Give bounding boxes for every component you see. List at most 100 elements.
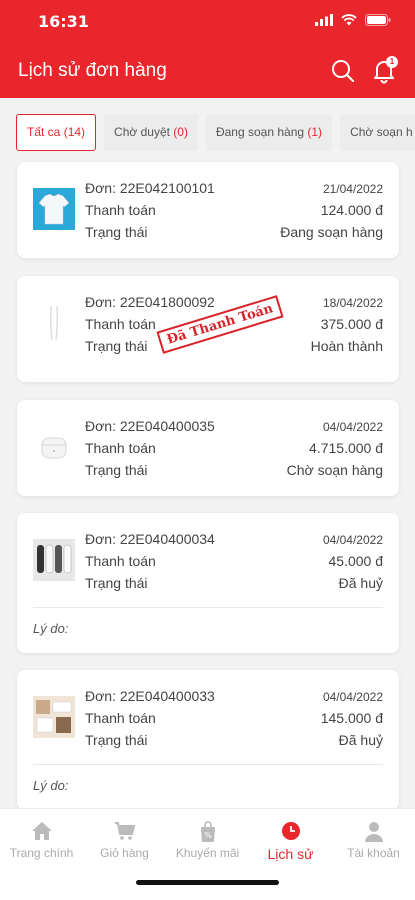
order-amount: 4.715.000 đ bbox=[309, 440, 383, 456]
battery-icon bbox=[365, 14, 391, 26]
payment-label: Thanh toán bbox=[85, 440, 156, 456]
bottom-nav: Trang chính Giỏ hàng % Khuyến mãi Lịch s… bbox=[0, 808, 415, 900]
payment-label: Thanh toán bbox=[85, 710, 156, 726]
order-date: 04/04/2022 bbox=[322, 420, 383, 434]
payment-label: Thanh toán bbox=[85, 553, 156, 569]
status-label: Trạng thái bbox=[85, 224, 148, 240]
payment-label: Thanh toán bbox=[85, 202, 156, 218]
payment-row: Thanh toán 124.000 đ bbox=[85, 202, 383, 222]
order-code-row: Đơn: 22E042100101 21/04/2022 bbox=[85, 180, 383, 200]
tab-pending-approval[interactable]: Chờ duyệt (0) bbox=[104, 114, 198, 151]
order-date: 04/04/2022 bbox=[322, 690, 383, 704]
product-thumbnail bbox=[33, 539, 75, 581]
order-amount: 145.000 đ bbox=[320, 710, 383, 726]
product-thumbnail bbox=[33, 426, 75, 468]
divider bbox=[33, 764, 383, 765]
payment-row: Thanh toán 4.715.000 đ bbox=[85, 440, 383, 460]
order-date: 21/04/2022 bbox=[322, 182, 383, 196]
status-row: Trạng thái Hoàn thành bbox=[85, 338, 383, 358]
order-status: Hoàn thành bbox=[310, 338, 383, 354]
nav-home[interactable]: Trang chính bbox=[0, 809, 83, 869]
status-label: Trạng thái bbox=[85, 732, 148, 748]
product-thumbnail bbox=[33, 302, 75, 344]
status-label: Trạng thái bbox=[85, 338, 148, 354]
order-date: 18/04/2022 bbox=[322, 296, 383, 310]
products-image bbox=[33, 696, 75, 738]
product-thumbnail bbox=[33, 696, 75, 738]
search-button[interactable] bbox=[330, 58, 356, 84]
home-indicator bbox=[136, 880, 279, 885]
order-label: Đơn: bbox=[85, 418, 116, 434]
tab-label: Tất ca bbox=[27, 125, 61, 139]
order-status: Đang soạn hàng bbox=[280, 224, 383, 240]
status-icons bbox=[315, 14, 391, 26]
order-card[interactable]: Đơn: 22E040400035 04/04/2022 Thanh toán 4.… bbox=[17, 400, 399, 496]
tab-waiting-prepare[interactable]: Chờ soạn h bbox=[340, 114, 415, 151]
order-status: Chờ soạn hàng bbox=[286, 462, 383, 478]
status-row: Trạng thái Đã huỷ bbox=[85, 575, 383, 595]
order-code: 22E040400035 bbox=[119, 418, 215, 434]
order-status: Đã huỷ bbox=[338, 732, 383, 748]
order-code-row: Đơn: 22E040400034 04/04/2022 bbox=[85, 531, 383, 551]
order-card[interactable]: Đơn: 22E042100101 21/04/2022 Thanh toán 12… bbox=[17, 162, 399, 258]
order-label: Đơn: bbox=[85, 688, 116, 704]
tshirt-image bbox=[33, 188, 75, 230]
order-amount: 375.000 đ bbox=[320, 316, 383, 332]
nav-label: Tài khoản bbox=[347, 846, 400, 860]
order-code: 22E042100101 bbox=[119, 180, 215, 196]
nav-history[interactable]: Lịch sử bbox=[249, 809, 332, 869]
nav-label: Trang chính bbox=[9, 846, 74, 860]
status-filter-tabs: Tất ca (14) Chờ duyệt (0) Đang soạn hàng… bbox=[16, 114, 415, 151]
order-label: Đơn: bbox=[85, 294, 116, 310]
nav-label: Giỏ hàng bbox=[100, 846, 149, 860]
home-icon bbox=[31, 822, 52, 840]
cart-icon bbox=[114, 822, 135, 840]
wifi-icon bbox=[341, 14, 357, 26]
payment-row: Thanh toán 45.000 đ bbox=[85, 553, 383, 573]
airpods-image bbox=[33, 426, 75, 468]
status-row: Trạng thái Chờ soạn hàng bbox=[85, 462, 383, 482]
status-label: Trạng thái bbox=[85, 575, 148, 591]
tab-count: (0) bbox=[173, 125, 188, 139]
search-icon bbox=[332, 60, 355, 83]
tab-all[interactable]: Tất ca (14) bbox=[16, 114, 97, 151]
order-code: 22E041800092 bbox=[119, 294, 215, 310]
payment-label: Thanh toán bbox=[85, 316, 156, 332]
order-code-row: Đơn: 22E040400033 04/04/2022 bbox=[85, 688, 383, 708]
clock-icon bbox=[281, 822, 300, 840]
tab-count: (1) bbox=[307, 125, 323, 139]
product-thumbnail bbox=[33, 188, 75, 230]
promo-icon: % bbox=[200, 821, 215, 842]
tab-preparing[interactable]: Đang soạn hàng (1) bbox=[205, 114, 333, 151]
order-amount: 124.000 đ bbox=[320, 202, 383, 218]
tab-label: Chờ duyệt bbox=[114, 125, 170, 139]
nav-account[interactable]: Tài khoản bbox=[332, 809, 415, 869]
order-status: Đã huỷ bbox=[338, 575, 383, 591]
status-label: Trạng thái bbox=[85, 462, 148, 478]
tab-count: (14) bbox=[63, 125, 86, 139]
svg-text:%: % bbox=[204, 831, 212, 840]
notification-badge: 1 bbox=[386, 56, 398, 68]
order-card[interactable]: Đơn: 22E040400033 04/04/2022 Thanh toán 14… bbox=[17, 670, 399, 810]
order-card[interactable]: Đơn: 22E040400034 04/04/2022 Thanh toán 45… bbox=[17, 513, 399, 653]
nav-promotions[interactable]: % Khuyến mãi bbox=[166, 809, 249, 869]
order-label: Đơn: bbox=[85, 180, 116, 196]
socks-image bbox=[33, 539, 75, 581]
order-code-row: Đơn: 22E040400035 04/04/2022 bbox=[85, 418, 383, 438]
notification-button[interactable]: 1 bbox=[370, 56, 398, 84]
status-time: 16:31 bbox=[38, 12, 89, 31]
nav-label: Lịch sử bbox=[267, 846, 314, 862]
status-row: Trạng thái Đang soạn hàng bbox=[85, 224, 383, 244]
signal-icon bbox=[315, 14, 333, 26]
app-header: 16:31 Lịch sử đơn hàng 1 bbox=[0, 0, 415, 98]
page-title: Lịch sử đơn hàng bbox=[18, 60, 167, 81]
user-icon bbox=[364, 822, 383, 842]
nav-cart[interactable]: Giỏ hàng bbox=[83, 809, 166, 869]
divider bbox=[33, 607, 383, 608]
order-amount: 45.000 đ bbox=[328, 553, 384, 569]
tab-label: Đang soạn hàng bbox=[215, 125, 305, 139]
cancel-reason-label: Lý do: bbox=[33, 778, 69, 793]
cancel-reason-label: Lý do: bbox=[33, 621, 69, 636]
order-card[interactable]: Đơn: 22E041800092 18/04/2022 Thanh toán 37… bbox=[17, 276, 399, 382]
order-date: 04/04/2022 bbox=[322, 533, 383, 547]
